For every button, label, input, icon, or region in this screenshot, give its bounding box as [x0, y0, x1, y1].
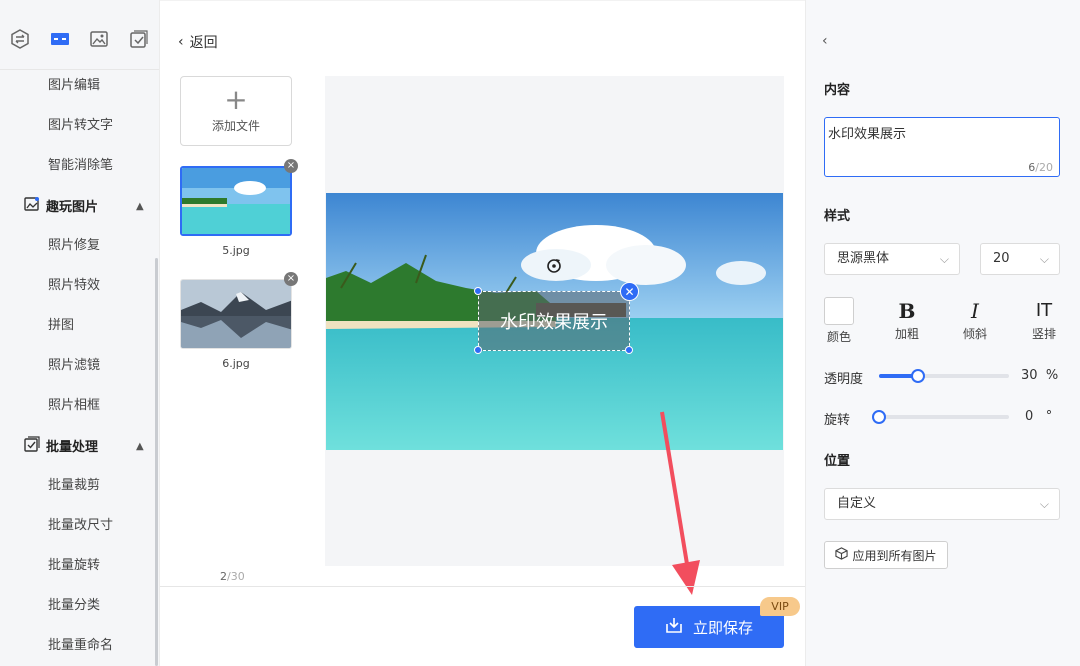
save-label: 立即保存: [692, 618, 753, 637]
sidebar-item-smart-eraser[interactable]: 智能消除笔: [48, 156, 113, 176]
italic-icon: I: [971, 299, 979, 323]
sidebar-scrollbar[interactable]: [155, 258, 158, 666]
image-icon[interactable]: [88, 28, 110, 50]
back-label: 返回: [189, 35, 218, 51]
rotate-slider[interactable]: [872, 410, 1009, 424]
batch-icon: [24, 436, 40, 459]
chevron-up-icon[interactable]: ▲: [136, 201, 144, 212]
back-button[interactable]: ‹ 返回: [178, 32, 218, 52]
file-name: 6.jpg: [222, 357, 250, 370]
group-label: 趣玩图片: [46, 199, 99, 215]
resize-handle[interactable]: [625, 346, 633, 354]
sidebar: 图片编辑 图片转文字 智能消除笔 趣玩图片 ▲ 照片修复 照片特效 拼图 照片滤…: [0, 0, 160, 666]
fun-image-icon: [24, 196, 40, 219]
sidebar-item-photo-effects[interactable]: 照片特效: [48, 276, 100, 296]
italic-button[interactable]: I 倾斜: [955, 297, 995, 342]
bold-icon: B: [898, 299, 916, 323]
sidebar-group-fun-images[interactable]: 趣玩图片: [24, 196, 98, 219]
color-button[interactable]: 颜色: [819, 297, 859, 345]
footer-divider: [160, 586, 805, 587]
char-count: 6/20: [1028, 161, 1053, 174]
sidebar-item-photo-repair[interactable]: 照片修复: [48, 236, 100, 256]
top-divider: [160, 0, 805, 4]
resize-handle[interactable]: [474, 346, 482, 354]
rotate-value: 0 °: [1025, 409, 1053, 424]
vertical-button[interactable]: IT 竖排: [1024, 297, 1064, 342]
opacity-label: 透明度: [824, 372, 864, 387]
chevron-down-icon: ⌵: [1039, 497, 1049, 511]
rotate-icon[interactable]: [545, 257, 563, 275]
sidebar-item-batch-rotate[interactable]: 批量旋转: [48, 556, 100, 576]
check-icon[interactable]: [128, 28, 150, 50]
chevron-down-icon: ⌵: [939, 252, 949, 266]
sidebar-item-photo-frame[interactable]: 照片相框: [48, 396, 100, 416]
download-icon: [665, 616, 683, 638]
content-value: 水印效果展示: [828, 127, 907, 142]
file-thumbnail-5[interactable]: [180, 166, 292, 236]
sidebar-group-batch[interactable]: 批量处理: [24, 436, 98, 459]
collapse-panel-icon[interactable]: ‹: [822, 33, 828, 49]
cube-icon: [835, 547, 849, 563]
rotate-thumb[interactable]: [872, 410, 886, 424]
chevron-up-icon[interactable]: ▲: [136, 441, 144, 452]
file-count: 2/30: [220, 570, 245, 583]
group-label: 批量处理: [46, 439, 99, 455]
resize-handle[interactable]: [474, 287, 482, 295]
position-select[interactable]: 自定义 ⌵: [824, 488, 1060, 520]
vip-badge: VIP: [760, 597, 800, 616]
apply-all-button[interactable]: 应用到所有图片: [824, 541, 948, 569]
watermark-text: 水印效果展示: [500, 312, 608, 333]
sidebar-item-image-edit[interactable]: 图片编辑: [48, 76, 100, 96]
chevron-down-icon: ⌵: [1039, 252, 1049, 266]
tool-icon-bar: [0, 0, 159, 70]
rotate-label: 旋转: [824, 413, 851, 428]
font-size-select[interactable]: 20 ⌵: [980, 243, 1060, 275]
watermark-content-input[interactable]: 水印效果展示 6/20: [824, 117, 1060, 177]
sidebar-item-image-to-text[interactable]: 图片转文字: [48, 116, 113, 136]
layout-icon[interactable]: [49, 28, 71, 50]
arrow-annotation: [660, 411, 700, 595]
remove-file-icon[interactable]: ×: [284, 159, 298, 173]
remove-file-icon[interactable]: ×: [284, 272, 298, 286]
convert-icon[interactable]: [9, 28, 31, 50]
file-name: 5.jpg: [222, 244, 250, 257]
add-file-button[interactable]: + 添加文件: [180, 76, 292, 146]
vertical-text-icon: IT: [1035, 300, 1053, 321]
sidebar-item-photo-filter[interactable]: 照片滤镜: [48, 356, 100, 376]
apply-label: 应用到所有图片: [852, 548, 937, 563]
content-title: 内容: [824, 83, 851, 98]
close-icon[interactable]: ✕: [620, 282, 639, 301]
sidebar-item-batch-resize[interactable]: 批量改尺寸: [48, 516, 113, 536]
plus-icon: +: [224, 83, 248, 116]
sidebar-item-batch-rename[interactable]: 批量重命名: [48, 636, 113, 656]
chevron-left-icon: ‹: [178, 34, 184, 50]
watermark-box[interactable]: 水印效果展示: [478, 291, 630, 351]
opacity-thumb[interactable]: [911, 369, 925, 383]
bold-button[interactable]: B 加粗: [887, 297, 927, 342]
font-family-select[interactable]: 思源黑体 ⌵: [824, 243, 960, 275]
sidebar-item-batch-crop[interactable]: 批量裁剪: [48, 476, 100, 496]
file-thumbnail-6[interactable]: [180, 279, 292, 349]
opacity-value: 30 %: [1021, 368, 1059, 383]
sidebar-item-collage[interactable]: 拼图: [48, 316, 74, 336]
add-file-label: 添加文件: [211, 119, 260, 133]
style-title: 样式: [824, 209, 851, 224]
opacity-slider[interactable]: [879, 369, 1009, 383]
sidebar-item-batch-classify[interactable]: 批量分类: [48, 596, 100, 616]
position-title: 位置: [824, 454, 851, 469]
color-swatch: [824, 297, 854, 325]
